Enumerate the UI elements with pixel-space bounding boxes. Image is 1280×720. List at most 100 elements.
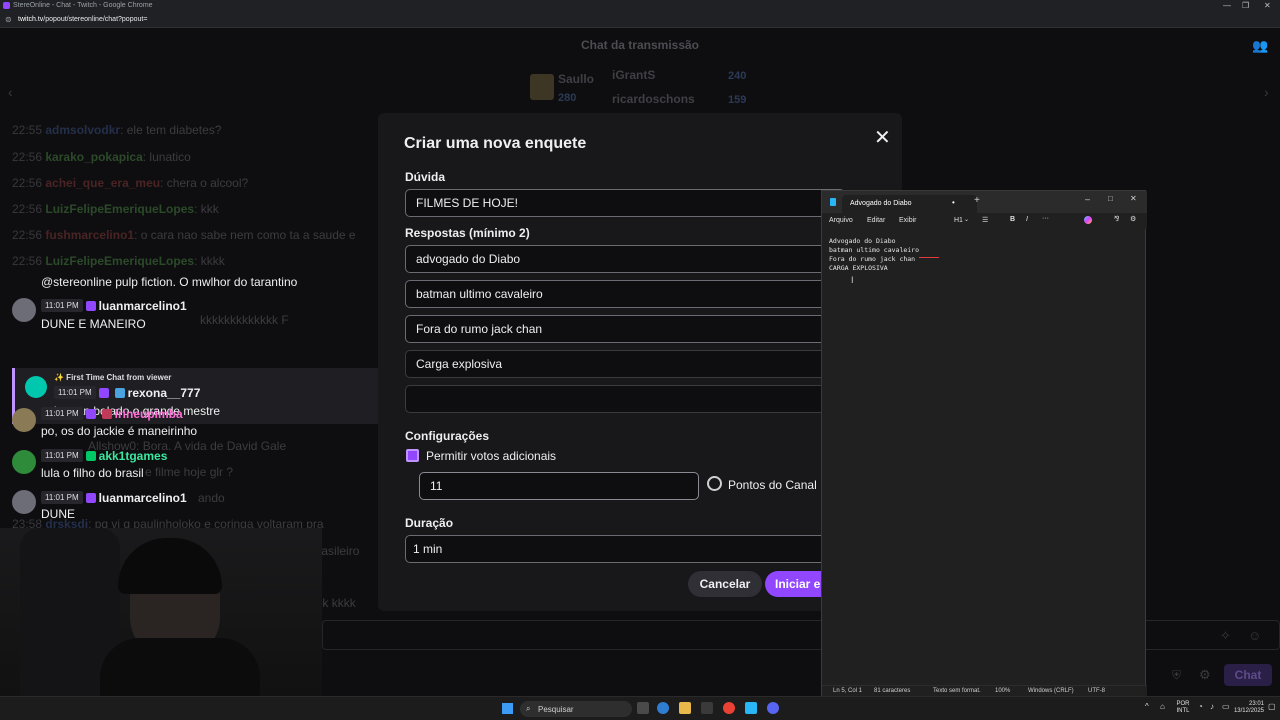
sub-badge-icon: [85, 408, 96, 419]
search-placeholder: Pesquisar: [538, 705, 574, 714]
channel-points-label: Pontos do Canal: [728, 478, 817, 492]
answer-input-5[interactable]: [405, 385, 845, 413]
k-badge-icon: [85, 450, 96, 461]
tab-close-icon[interactable]: •: [952, 198, 955, 207]
username[interactable]: luanmarcelino1: [99, 299, 187, 313]
avatar[interactable]: [12, 450, 36, 474]
maximize-button[interactable]: □: [1108, 194, 1113, 203]
settings-gear-icon[interactable]: ⚙: [1130, 215, 1136, 223]
maximize-button[interactable]: ❐: [1242, 1, 1249, 10]
volume-icon[interactable]: ♪: [1210, 702, 1214, 711]
answer-input-2[interactable]: batman ultimo cavaleiro: [405, 280, 845, 308]
site-info-icon[interactable]: ⊜: [5, 15, 12, 24]
question-input[interactable]: FILMES DE HOJE!: [405, 189, 845, 217]
network-icon[interactable]: ⌂: [1160, 702, 1165, 711]
taskbar-search[interactable]: ⌕ Pesquisar: [520, 701, 632, 717]
store-icon[interactable]: [701, 702, 713, 714]
windows-taskbar: ⌕ Pesquisar ^ ⌂ POR INTL ◔ ♪ ▭ 23:01 13/12…: [0, 696, 1280, 720]
duration-select[interactable]: 1 min: [405, 535, 845, 563]
channel-points-radio[interactable]: [707, 476, 722, 491]
status-chars: 81 caracteres: [874, 688, 911, 694]
chrome-icon[interactable]: [723, 702, 735, 714]
username[interactable]: akk1tgames: [99, 449, 168, 463]
notepad-window: Advogado do Diabo • + – □ ✕ Arquivo Edit…: [821, 190, 1147, 697]
language-indicator[interactable]: POR INTL: [1172, 701, 1194, 715]
chat-header-title: Chat da transmissão: [580, 38, 700, 52]
leaderboard-next-icon[interactable]: ›: [1264, 84, 1269, 100]
avatar[interactable]: [12, 490, 36, 514]
chat-message-text: po, os do jackie é maneirinho: [41, 424, 198, 438]
clock[interactable]: 23:01 13/12/2025: [1230, 701, 1264, 715]
menu-edit[interactable]: Editar: [867, 217, 885, 224]
avatar[interactable]: [12, 408, 36, 432]
copilot-icon[interactable]: [1084, 216, 1092, 224]
cancel-button[interactable]: Cancelar: [688, 571, 762, 597]
settings-label: Configurações: [405, 429, 490, 443]
sub-badge-icon: [85, 492, 96, 503]
chat-message-text: lula o filho do brasil: [41, 466, 144, 480]
chat-message-head: 11:01 PM rexona__777: [54, 385, 200, 400]
emote-icon[interactable]: ☺: [1248, 628, 1261, 643]
sub-badge-icon: [98, 387, 109, 398]
wifi-icon[interactable]: ◔: [1198, 702, 1203, 711]
chat-send-button[interactable]: Chat: [1224, 664, 1272, 686]
username[interactable]: rexona__777: [128, 386, 201, 400]
tray-chevron-icon[interactable]: ^: [1145, 702, 1149, 711]
chat-message-head: 11:01 PM irineupimba: [41, 406, 183, 421]
spellcheck-underline: [919, 257, 939, 258]
battery-icon[interactable]: ▭: [1222, 702, 1230, 711]
bits-icon[interactable]: ✧: [1220, 628, 1231, 644]
gear-icon[interactable]: ⚙: [1199, 667, 1211, 683]
leader-2: ricardoschons: [612, 92, 695, 106]
discord-icon[interactable]: [767, 702, 779, 714]
avatar[interactable]: [12, 298, 36, 322]
browser-title-bar: StereOnline - Chat - Twitch - Google Chr…: [0, 0, 1280, 12]
new-tab-icon[interactable]: +: [974, 195, 980, 206]
clear-format-icon[interactable]: ⅋: [1114, 215, 1119, 223]
community-icon[interactable]: 👥: [1252, 38, 1268, 54]
leaderboard-prev-icon[interactable]: ‹: [8, 84, 13, 100]
username[interactable]: luanmarcelino1: [99, 491, 187, 505]
beanie-shape: [118, 538, 222, 594]
list-icon[interactable]: ☰: [982, 216, 988, 224]
start-icon[interactable]: [502, 703, 513, 714]
menu-view[interactable]: Exibir: [899, 217, 917, 224]
close-window-button[interactable]: ✕: [1130, 194, 1137, 203]
more-options-icon[interactable]: ···: [1042, 215, 1049, 222]
minimize-button[interactable]: –: [1085, 194, 1090, 204]
task-view-icon[interactable]: [637, 702, 649, 714]
italic-icon[interactable]: I: [1026, 216, 1028, 223]
status-format: Texto sem format.: [933, 688, 981, 694]
extra-votes-input[interactable]: 11: [419, 472, 699, 500]
notepad-tab[interactable]: Advogado do Diabo •: [842, 195, 977, 213]
text-line: batman ultimo cavaleiro: [829, 246, 920, 254]
close-icon[interactable]: ✕: [874, 125, 891, 150]
address-bar[interactable]: ⊜ twitch.tv/popout/stereonline/chat?popo…: [0, 12, 1280, 28]
minimize-button[interactable]: —: [1223, 1, 1231, 10]
gift-icon: [530, 74, 554, 100]
heading-select[interactable]: H1: [954, 217, 963, 224]
menu-file[interactable]: Arquivo: [829, 217, 853, 224]
answer-input-4[interactable]: Carga explosiva: [405, 350, 845, 378]
question-label: Dúvida: [405, 170, 446, 184]
answer-input-3[interactable]: Fora do rumo jack chan: [405, 315, 845, 343]
close-window-button[interactable]: ✕: [1264, 1, 1271, 10]
shield-icon[interactable]: ⛨: [1172, 668, 1181, 683]
chevron-down-icon[interactable]: ⌄: [964, 216, 969, 223]
notepad-icon[interactable]: [745, 702, 757, 714]
avatar[interactable]: [25, 376, 47, 398]
bold-icon[interactable]: B: [1010, 216, 1015, 223]
answer-input-1[interactable]: advogado do Diabo: [405, 245, 845, 273]
notepad-text-area[interactable]: Advogado do Diabo batman ultimo cavaleiro…: [829, 237, 919, 273]
url-text[interactable]: twitch.tv/popout/stereonline/chat?popout…: [18, 16, 147, 23]
chat-message: 22:56 fushmarcelino1: o cara nao sabe ne…: [12, 228, 356, 242]
extra-votes-checkbox[interactable]: [406, 449, 419, 462]
crown-badge-icon: [114, 387, 125, 398]
edge-icon[interactable]: [657, 702, 669, 714]
status-eol: Windows (CRLF): [1028, 688, 1074, 694]
file-explorer-icon[interactable]: [679, 702, 691, 714]
notifications-icon[interactable]: ▢: [1268, 702, 1276, 711]
username[interactable]: irineupimba: [115, 407, 183, 421]
ghost-message: ando: [198, 491, 225, 505]
extra-votes-label: Permitir votos adicionais: [426, 449, 557, 463]
